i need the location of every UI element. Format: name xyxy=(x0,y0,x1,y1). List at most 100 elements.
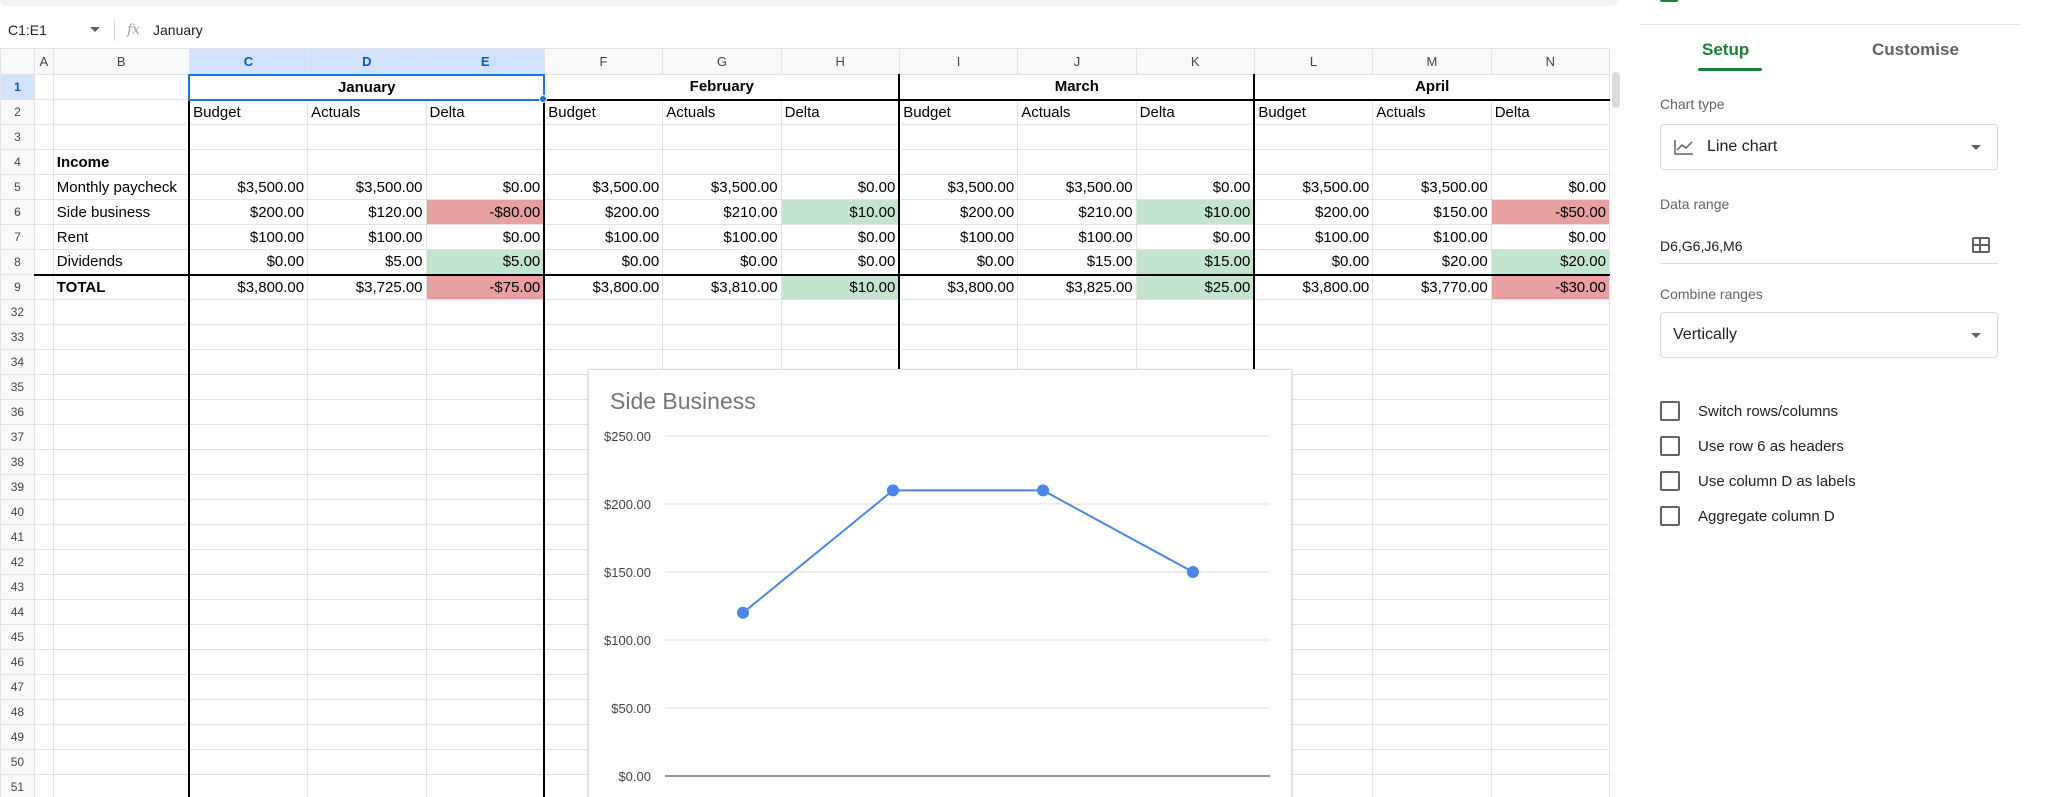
cell[interactable] xyxy=(425,524,545,550)
cell[interactable] xyxy=(188,374,309,400)
value-cell[interactable]: $100.00 xyxy=(307,224,427,250)
row-header[interactable]: 4 xyxy=(0,149,35,175)
cell[interactable] xyxy=(780,324,900,350)
cell[interactable] xyxy=(307,749,427,775)
row-header[interactable]: 44 xyxy=(0,599,35,625)
row-header[interactable]: 36 xyxy=(0,399,35,425)
cell[interactable] xyxy=(307,124,427,150)
cell[interactable] xyxy=(1372,749,1492,775)
cell[interactable] xyxy=(307,624,427,650)
value-cell[interactable]: -$50.00 xyxy=(1490,199,1610,225)
value-cell[interactable]: $100.00 xyxy=(188,224,309,250)
cell[interactable] xyxy=(188,299,309,325)
cell[interactable] xyxy=(33,199,54,225)
cell[interactable] xyxy=(33,449,54,475)
subheader-cell[interactable]: Actuals xyxy=(307,99,427,125)
cell[interactable] xyxy=(33,324,54,350)
value-cell[interactable]: $200.00 xyxy=(543,199,664,225)
cell[interactable] xyxy=(543,324,664,350)
value-cell[interactable]: $200.00 xyxy=(1253,199,1374,225)
cell[interactable] xyxy=(307,399,427,425)
value-cell[interactable]: $3,500.00 xyxy=(1017,174,1137,200)
cell[interactable] xyxy=(1253,299,1374,325)
cell[interactable] xyxy=(898,324,1019,350)
cell[interactable] xyxy=(1490,549,1610,575)
value-cell[interactable]: -$75.00 xyxy=(425,273,545,300)
row-header[interactable]: 46 xyxy=(0,649,35,675)
cell[interactable] xyxy=(33,699,54,725)
cell[interactable] xyxy=(1372,624,1492,650)
chart-type-dropdown[interactable]: Line chart xyxy=(1660,124,1998,170)
value-cell[interactable]: $200.00 xyxy=(898,199,1019,225)
cell[interactable] xyxy=(188,424,309,450)
cell[interactable] xyxy=(52,299,190,325)
value-cell[interactable]: $3,500.00 xyxy=(898,174,1019,200)
cell[interactable] xyxy=(1490,124,1610,150)
cell[interactable] xyxy=(780,124,900,150)
cell[interactable] xyxy=(52,399,190,425)
cell[interactable] xyxy=(33,549,54,575)
row-label-cell[interactable]: Monthly paycheck xyxy=(52,174,190,200)
cell[interactable] xyxy=(188,499,309,525)
cell[interactable] xyxy=(188,449,309,475)
row-header[interactable]: 38 xyxy=(0,449,35,475)
cell[interactable] xyxy=(52,424,190,450)
cell[interactable] xyxy=(425,149,545,175)
value-cell[interactable]: $20.00 xyxy=(1490,249,1610,275)
cell[interactable] xyxy=(1372,374,1492,400)
cell[interactable] xyxy=(188,774,309,797)
checkbox-icon[interactable] xyxy=(1660,506,1680,526)
cell[interactable] xyxy=(1372,124,1492,150)
row-header[interactable]: 8 xyxy=(0,249,35,275)
row-header[interactable]: 6 xyxy=(0,199,35,225)
cell[interactable] xyxy=(307,599,427,625)
cell[interactable] xyxy=(188,574,309,600)
cell[interactable] xyxy=(33,399,54,425)
value-cell[interactable]: $100.00 xyxy=(662,224,782,250)
cell[interactable] xyxy=(425,399,545,425)
value-cell[interactable]: $20.00 xyxy=(1372,249,1492,275)
cell[interactable] xyxy=(33,299,54,325)
month-header-cell[interactable]: February xyxy=(543,74,900,101)
value-cell[interactable]: $210.00 xyxy=(662,199,782,225)
value-cell[interactable]: $0.00 xyxy=(1135,174,1255,200)
cell[interactable] xyxy=(425,724,545,750)
cell[interactable] xyxy=(1490,399,1610,425)
cell[interactable] xyxy=(1372,299,1492,325)
series-line[interactable] xyxy=(742,489,1194,614)
select-all-corner[interactable] xyxy=(0,48,35,75)
tab-setup[interactable]: Setup xyxy=(1702,40,1749,60)
cell[interactable] xyxy=(52,474,190,500)
use-row-headers-checkbox[interactable]: Use row 6 as headers xyxy=(1660,436,1844,456)
cell[interactable] xyxy=(1490,624,1610,650)
row-header[interactable]: 9 xyxy=(0,274,35,300)
cell[interactable] xyxy=(1372,474,1492,500)
cell[interactable] xyxy=(425,749,545,775)
combine-ranges-dropdown[interactable]: Vertically xyxy=(1660,312,1998,358)
cell[interactable] xyxy=(33,273,54,300)
cell[interactable] xyxy=(33,249,54,275)
value-cell[interactable]: $0.00 xyxy=(543,249,664,275)
cell[interactable] xyxy=(52,724,190,750)
value-cell[interactable]: $100.00 xyxy=(898,224,1019,250)
cell[interactable] xyxy=(52,324,190,350)
row-label-cell[interactable]: Rent xyxy=(52,224,190,250)
row-header[interactable]: 1 xyxy=(0,74,35,100)
column-header[interactable]: B xyxy=(52,48,190,75)
cell[interactable] xyxy=(33,499,54,525)
row-header[interactable]: 34 xyxy=(0,349,35,375)
cell[interactable] xyxy=(52,699,190,725)
cell[interactable] xyxy=(1490,524,1610,550)
cell[interactable] xyxy=(898,149,1019,175)
cell[interactable] xyxy=(307,149,427,175)
value-cell[interactable]: -$30.00 xyxy=(1490,273,1610,300)
cell[interactable] xyxy=(307,574,427,600)
cell[interactable] xyxy=(1490,449,1610,475)
cell[interactable] xyxy=(188,724,309,750)
row-label-cell[interactable]: TOTAL xyxy=(52,273,190,300)
value-cell[interactable]: $0.00 xyxy=(780,224,900,250)
row-header[interactable]: 37 xyxy=(0,424,35,450)
cell[interactable] xyxy=(52,374,190,400)
cell[interactable] xyxy=(425,774,545,797)
subheader-cell[interactable]: Delta xyxy=(1490,99,1610,125)
